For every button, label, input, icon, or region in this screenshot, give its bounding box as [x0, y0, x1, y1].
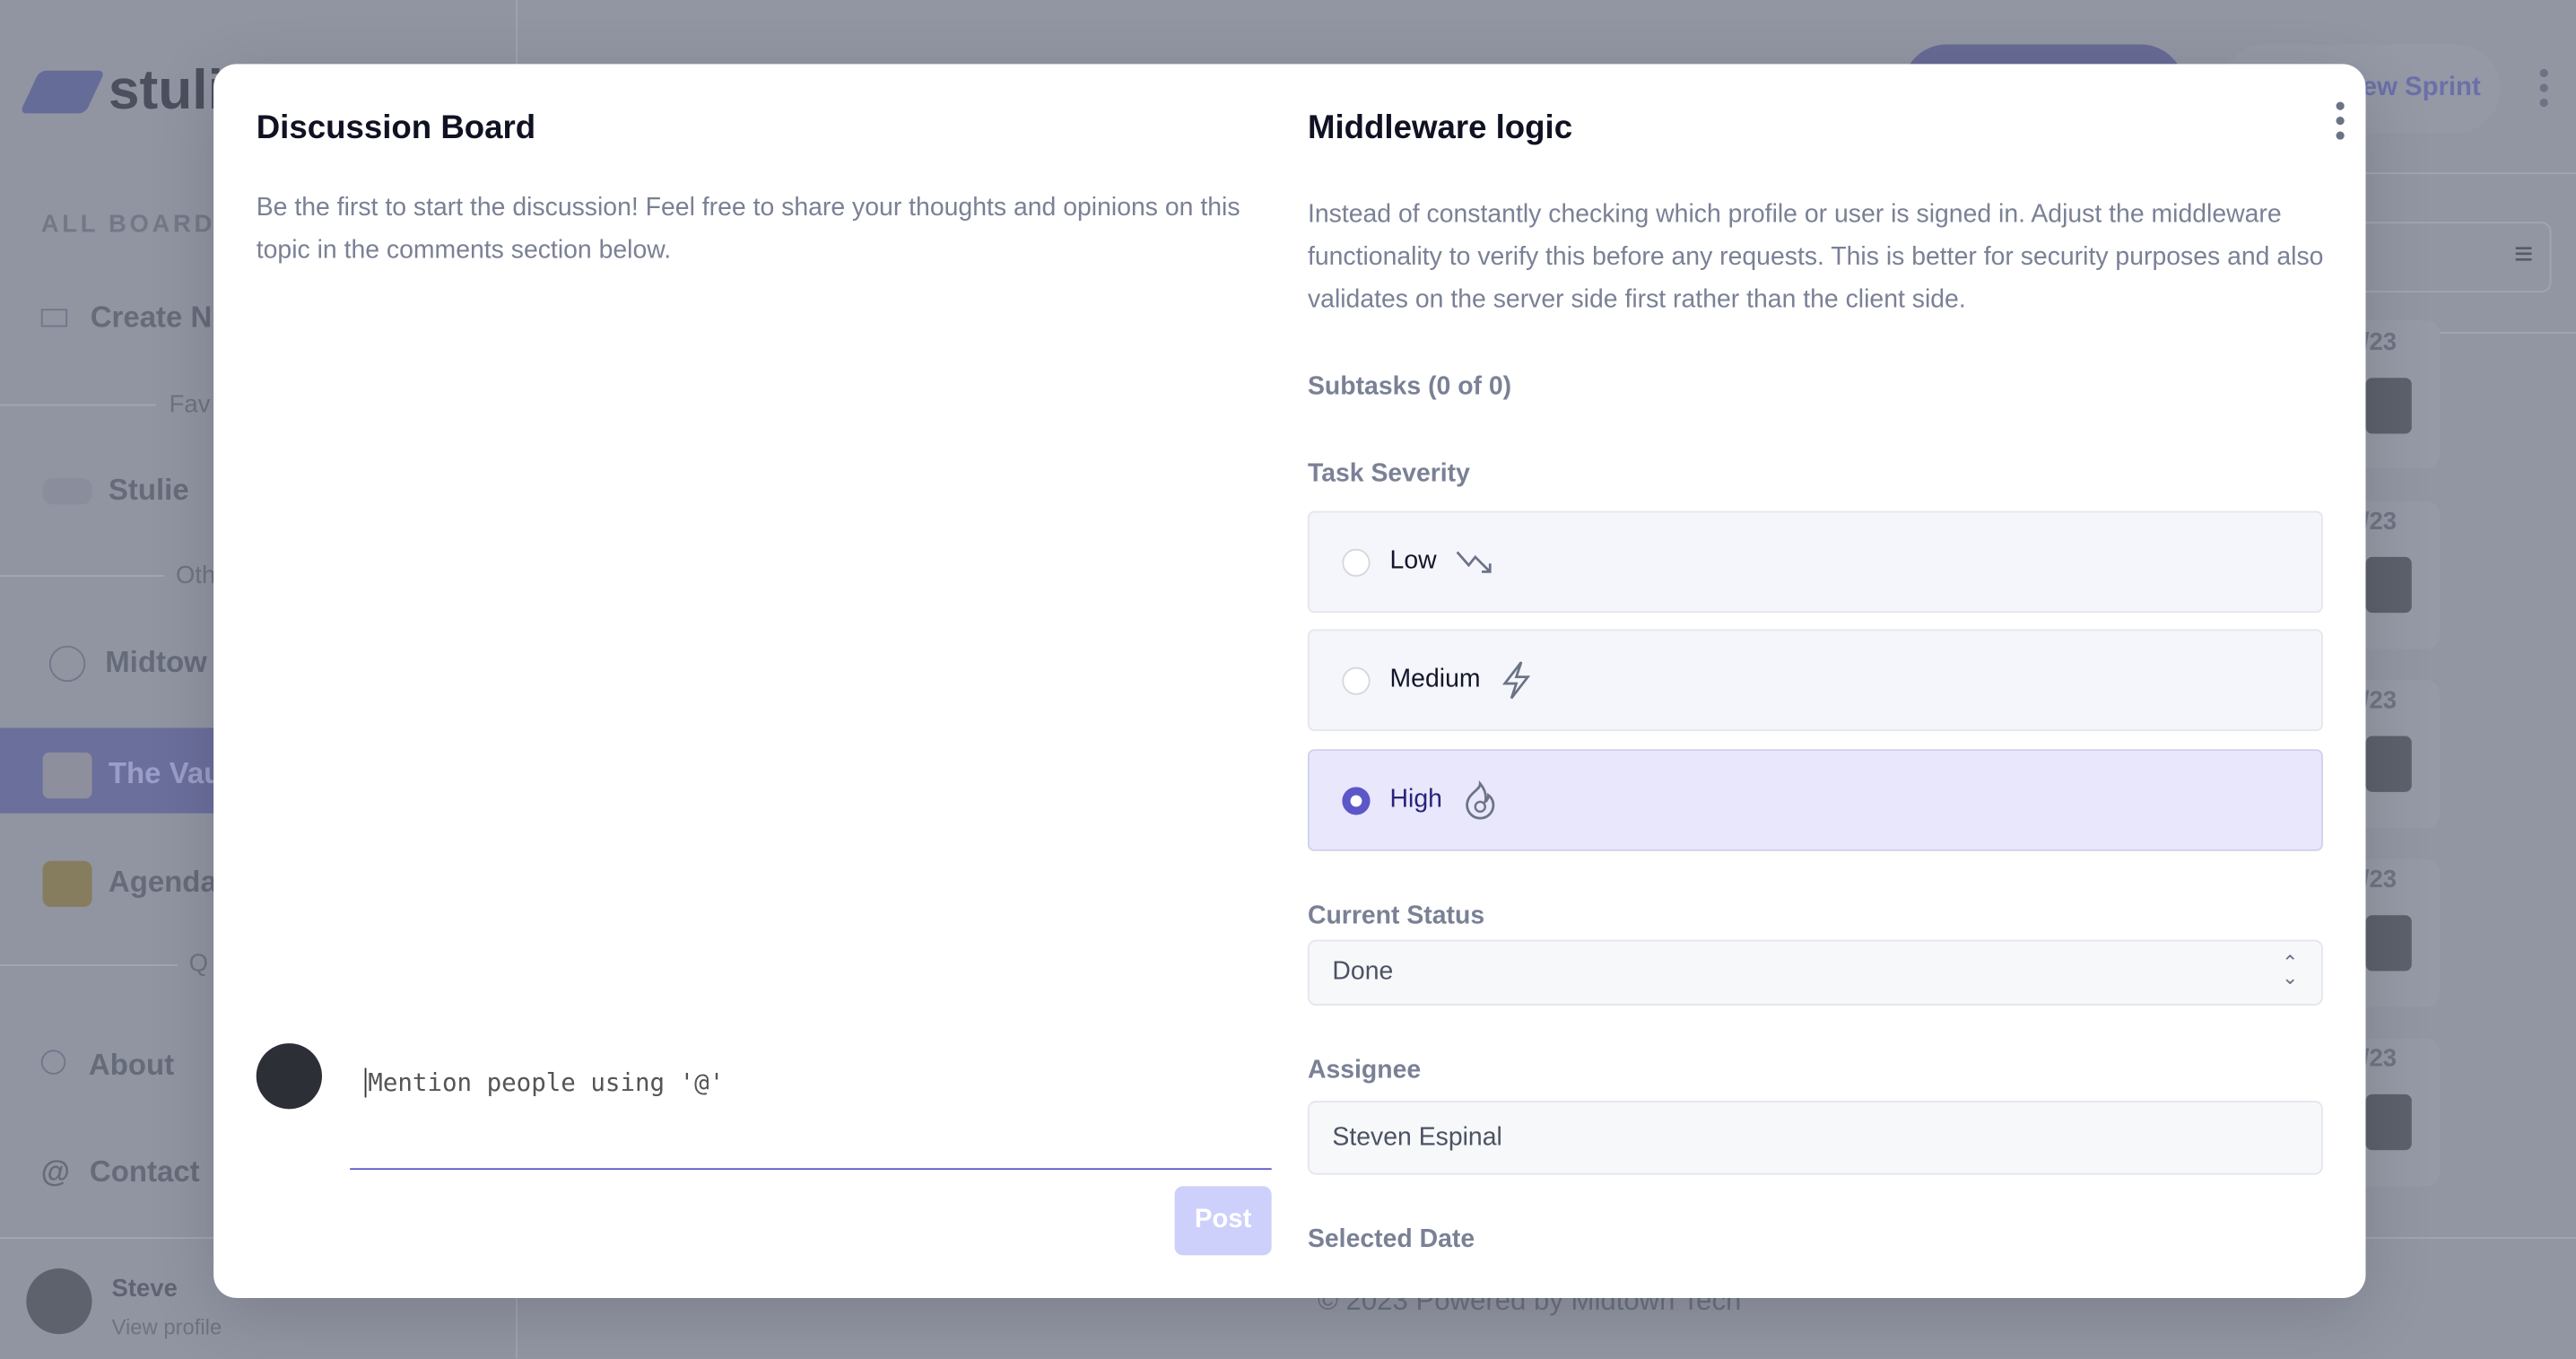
board-agenda[interactable]: Agenda	[42, 860, 217, 908]
card-avatar	[2365, 915, 2412, 971]
section-label: Q	[188, 949, 209, 978]
assignee-label: Assignee	[1307, 1056, 1422, 1085]
card-date: /23	[2362, 866, 2398, 894]
avatar[interactable]	[26, 1268, 92, 1335]
severity-option-high[interactable]: High	[1307, 749, 2323, 851]
severity-label: Task Severity	[1307, 459, 1470, 488]
divider	[0, 575, 165, 577]
create-board-button[interactable]: Create N	[40, 301, 212, 335]
task-title: Middleware logic	[1307, 109, 1573, 147]
subtasks-label: Subtasks (0 of 0)	[1307, 372, 1512, 401]
logo[interactable]: stuli	[19, 59, 223, 123]
date-label: Selected Date	[1307, 1225, 1475, 1254]
status-label: Current Status	[1307, 902, 1485, 930]
stulie-icon	[42, 478, 92, 505]
card-avatar	[2365, 736, 2412, 792]
card-date: /23	[2362, 507, 2398, 536]
status-select[interactable]: Done ⌃ ⌄	[1307, 939, 2323, 1006]
trend-down-icon	[1457, 551, 1493, 573]
chevron-up-down-icon: ⌃ ⌄	[2281, 951, 2299, 989]
popcorn-icon	[42, 752, 92, 799]
midtown-icon	[48, 646, 86, 683]
assignee-input[interactable]: Steven Espinal	[1307, 1101, 2323, 1175]
divider	[0, 964, 178, 966]
board-vault[interactable]: The Vau	[42, 752, 222, 799]
post-button[interactable]: Post	[1174, 1186, 1272, 1256]
other-label: Oth	[175, 562, 216, 590]
at-icon: @	[40, 1154, 70, 1189]
board-stulie[interactable]: Stulie	[42, 474, 189, 508]
avatar	[256, 1043, 322, 1110]
severity-option-medium[interactable]: Medium	[1307, 629, 2323, 732]
card-avatar	[2365, 556, 2412, 614]
view-profile-link[interactable]: View profile	[112, 1314, 222, 1338]
card-avatar	[2365, 378, 2412, 434]
task-menu-icon[interactable]	[2336, 101, 2345, 140]
user-name: Steve	[111, 1275, 178, 1303]
task-description: Instead of constantly checking which pro…	[1307, 200, 2324, 314]
comment-input[interactable]: Mention people using '@'	[350, 1057, 1272, 1171]
discussion-title: Discussion Board	[256, 109, 536, 147]
flame-icon	[1466, 780, 1495, 820]
agenda-icon	[42, 860, 92, 908]
radio-low[interactable]	[1342, 547, 1371, 576]
help-icon	[40, 1050, 66, 1075]
section-title: ALL BOARDS	[40, 210, 236, 239]
card-date: /23	[2362, 686, 2398, 715]
contact-link[interactable]: @ Contact	[41, 1155, 200, 1189]
severity-option-low[interactable]: Low	[1307, 510, 2323, 614]
card-date: /23	[2362, 328, 2398, 357]
more-options-icon[interactable]	[2539, 68, 2548, 108]
task-modal: Discussion Board Be the first to start t…	[213, 64, 2366, 1298]
board-midtown[interactable]: Midtow	[48, 646, 207, 683]
divider	[0, 404, 157, 406]
lightning-icon	[1502, 661, 1531, 700]
about-link[interactable]: About	[40, 1049, 174, 1083]
sort-icon: ≡	[2513, 236, 2534, 274]
favorites-label: Fav	[169, 390, 211, 420]
discussion-empty-text: Be the first to start the discussion! Fe…	[256, 194, 1240, 265]
card-avatar	[2365, 1093, 2412, 1151]
logo-icon	[19, 69, 106, 113]
card-date: /23	[2362, 1044, 2398, 1074]
radio-medium[interactable]	[1342, 666, 1371, 694]
board-icon	[40, 309, 68, 327]
radio-high[interactable]	[1342, 786, 1371, 815]
